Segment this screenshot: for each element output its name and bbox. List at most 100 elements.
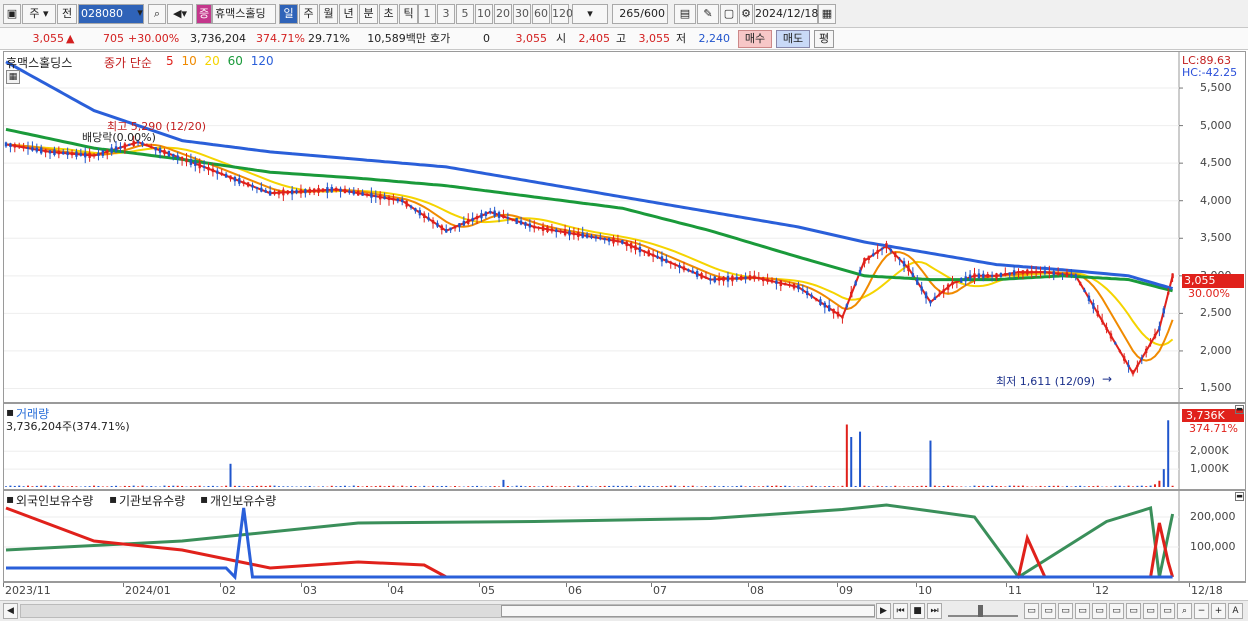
zoom-icon[interactable]: ⌕ bbox=[1177, 603, 1192, 619]
scroll-right-icon[interactable]: ▶ bbox=[876, 603, 891, 619]
price-chart-panel[interactable]: 휴맥스홀딩스 종가 단순 5 10 20 60 120 ▦ LC:89.63 H… bbox=[3, 51, 1246, 403]
horizontal-scrollbar[interactable] bbox=[20, 604, 875, 618]
volume-bar bbox=[49, 486, 52, 487]
legend-stock-name[interactable]: 휴맥스홀딩스 bbox=[6, 54, 72, 71]
volume-bar bbox=[947, 485, 950, 487]
candle-body bbox=[982, 273, 985, 278]
period-tab-2[interactable]: 월 bbox=[319, 4, 338, 24]
candle-body bbox=[607, 237, 611, 242]
candle-body bbox=[739, 275, 743, 281]
layout-icon-2[interactable]: ▭ bbox=[1041, 603, 1056, 619]
layout-icon-5[interactable]: ▭ bbox=[1092, 603, 1107, 619]
volume-bar bbox=[533, 486, 536, 487]
candle-type-icon[interactable]: ▤ bbox=[674, 4, 696, 24]
save-icon[interactable]: ▢ bbox=[720, 4, 738, 24]
volume-bar bbox=[1123, 486, 1126, 487]
scroll-thumb[interactable] bbox=[501, 605, 875, 617]
layout-icon-6[interactable]: ▭ bbox=[1109, 603, 1124, 619]
volume-bar bbox=[925, 485, 928, 487]
volume-bar bbox=[568, 485, 571, 487]
volume-bar bbox=[387, 485, 390, 487]
buy-button[interactable]: 매수 bbox=[738, 30, 772, 48]
time-tick-mark bbox=[651, 583, 652, 587]
volume-bar bbox=[907, 486, 910, 487]
layout-icon-1[interactable]: ▭ bbox=[1024, 603, 1039, 619]
zoom-slider[interactable] bbox=[948, 605, 1018, 617]
candle-body bbox=[735, 276, 738, 280]
volume-bar bbox=[343, 485, 346, 487]
ma-line-120 bbox=[5, 60, 1174, 291]
period-type-dropdown[interactable]: 주 ▾ bbox=[22, 4, 56, 24]
volume-bar bbox=[480, 486, 483, 487]
candle-body bbox=[1056, 272, 1060, 275]
candle-body bbox=[180, 156, 184, 161]
fast-forward-icon[interactable]: ⏭ bbox=[927, 603, 942, 619]
volume-bar bbox=[511, 486, 514, 487]
interval-tab-1[interactable]: 3 bbox=[437, 4, 455, 24]
holdings-minimize-icon[interactable]: ▬ bbox=[1235, 492, 1244, 501]
time-label: 07 bbox=[653, 584, 667, 597]
volume-panel[interactable]: ▪ 거래량 3,736,204주(374.71%) 3,736K 374.71%… bbox=[3, 403, 1246, 490]
layout-icon-4[interactable]: ▭ bbox=[1075, 603, 1090, 619]
candle-body bbox=[246, 182, 250, 187]
price-y-tick: 4,500 bbox=[1200, 156, 1232, 170]
count-field[interactable]: 265/600 bbox=[612, 4, 668, 24]
volume-bar bbox=[203, 486, 206, 487]
candle-body bbox=[242, 181, 245, 184]
period-tab-6[interactable]: 틱 bbox=[399, 4, 418, 24]
candle-body bbox=[57, 150, 61, 155]
period-tab-3[interactable]: 년 bbox=[339, 4, 358, 24]
calendar-icon[interactable]: ▦ bbox=[818, 4, 836, 24]
scroll-left-icon[interactable]: ◀ bbox=[3, 603, 18, 619]
font-size-icon[interactable]: A bbox=[1228, 603, 1243, 619]
layout-icon-7[interactable]: ▭ bbox=[1126, 603, 1141, 619]
time-tick-mark bbox=[1189, 583, 1190, 587]
tools-icon[interactable]: ✎ bbox=[697, 4, 719, 24]
eval-button[interactable]: 평 bbox=[814, 30, 834, 48]
volume-bar bbox=[1136, 485, 1139, 487]
prev-button[interactable]: 전 bbox=[57, 4, 77, 24]
candle-body bbox=[511, 218, 514, 221]
interval-tab-0[interactable]: 1 bbox=[418, 4, 436, 24]
search-icon[interactable]: ⌕ bbox=[148, 4, 166, 24]
candle-body bbox=[1052, 271, 1055, 276]
sell-button[interactable]: 매도 bbox=[776, 30, 810, 48]
volume-minimize-icon[interactable]: ▬ bbox=[1235, 405, 1244, 414]
interval-tab-5[interactable]: 30 bbox=[513, 4, 531, 24]
candle-body bbox=[1008, 272, 1011, 275]
interval-tab-6[interactable]: 60 bbox=[532, 4, 550, 24]
period-tab-4[interactable]: 분 bbox=[359, 4, 378, 24]
layout-icon-8[interactable]: ▭ bbox=[1143, 603, 1158, 619]
zoom-in-icon[interactable]: + bbox=[1211, 603, 1226, 619]
interval-tab-7[interactable]: 120 bbox=[551, 4, 573, 24]
layout-icon-3[interactable]: ▭ bbox=[1058, 603, 1073, 619]
period-tab-0[interactable]: 일 bbox=[279, 4, 298, 24]
interval-tab-3[interactable]: 10 bbox=[475, 4, 493, 24]
date-field[interactable]: 2024/12/18 bbox=[754, 4, 818, 24]
layout-icon-9[interactable]: ▭ bbox=[1160, 603, 1175, 619]
volume-bar bbox=[1087, 486, 1090, 487]
gear-icon[interactable]: ⚙ bbox=[739, 4, 753, 24]
volume-bar bbox=[238, 485, 241, 487]
ma-legend-60: 60 bbox=[227, 54, 247, 68]
candle-body bbox=[638, 246, 642, 253]
zoom-out-icon[interactable]: − bbox=[1194, 603, 1209, 619]
window-menu-icon[interactable]: ▣ bbox=[3, 4, 21, 24]
chevron-down-icon[interactable]: ▾ bbox=[134, 4, 146, 24]
speaker-icon[interactable]: ◀▾ bbox=[167, 4, 193, 24]
grid-toggle-icon[interactable]: ▦ bbox=[6, 70, 20, 84]
stock-name: 휴맥스홀딩 bbox=[212, 4, 276, 24]
candle-body bbox=[489, 211, 492, 213]
interval-tab-2[interactable]: 5 bbox=[456, 4, 474, 24]
holdings-panel[interactable]: ▪ 외국인보유수량 ▪ 기관보유수량 ▪ 개인보유수량 ▬ 200,000 100… bbox=[3, 490, 1246, 582]
candle-body bbox=[854, 281, 857, 286]
candle-body bbox=[955, 281, 959, 283]
period-tab-1[interactable]: 주 bbox=[299, 4, 318, 24]
rewind-icon[interactable]: ⏮ bbox=[893, 603, 908, 619]
interval-tab-4[interactable]: 20 bbox=[494, 4, 512, 24]
interval-dropdown[interactable]: ▾ bbox=[572, 4, 608, 24]
stop-icon[interactable]: ■ bbox=[910, 603, 925, 619]
period-tab-5[interactable]: 초 bbox=[379, 4, 398, 24]
quote-info-bar: 3,055 ▲ 705 +30.00% 3,736,204 374.71% 29… bbox=[0, 28, 1248, 50]
zoom-slider-handle[interactable] bbox=[978, 605, 983, 617]
